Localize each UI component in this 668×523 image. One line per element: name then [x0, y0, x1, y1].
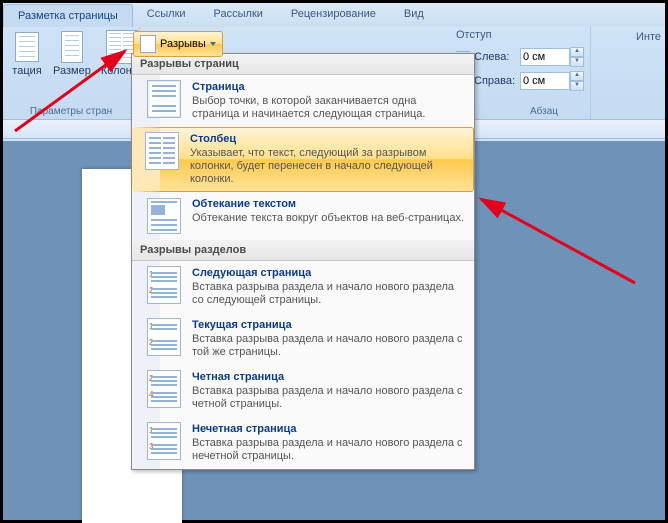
indent-title: Отступ	[456, 29, 584, 41]
menu-item-odd-page[interactable]: 13 Нечетная страница Вставка разрыва раз…	[132, 417, 474, 469]
next-page-icon: 12	[146, 267, 182, 303]
menu-item-desc: Вставка разрыва раздела и начало нового …	[192, 333, 466, 359]
menu-item-desc: Вставка разрыва раздела и начало нового …	[192, 385, 466, 411]
spin-down[interactable]: ▼	[570, 81, 584, 91]
indent-right-input[interactable]	[520, 72, 570, 90]
spin-up[interactable]: ▲	[570, 71, 584, 81]
paragraph-group-label: Абзац	[456, 104, 584, 119]
orientation-icon	[11, 31, 43, 63]
menu-item-title: Следующая страница	[192, 267, 466, 279]
breaks-dropdown: Разрывы страниц Страница Выбор точки, в …	[131, 53, 475, 470]
odd-page-icon: 13	[146, 423, 182, 459]
menu-item-even-page[interactable]: 24 Четная страница Вставка разрыва разде…	[132, 365, 474, 417]
chevron-down-icon	[210, 42, 216, 46]
indent-right-label: Справа:	[474, 75, 516, 87]
menu-item-title: Обтекание текстом	[192, 198, 466, 210]
spin-down[interactable]: ▼	[570, 57, 584, 67]
breaks-button[interactable]: Разрывы	[133, 31, 223, 57]
indent-left-input[interactable]	[520, 48, 570, 66]
orientation-button[interactable]: тация	[7, 29, 47, 79]
size-button[interactable]: Размер	[49, 29, 95, 79]
page-break-icon	[146, 81, 182, 117]
menu-item-page[interactable]: Страница Выбор точки, в которой заканчив…	[132, 75, 474, 127]
tab-view[interactable]: Вид	[390, 3, 438, 27]
menu-item-title: Столбец	[190, 133, 466, 145]
menu-item-text-wrapping[interactable]: Обтекание текстом Обтекание текста вокру…	[132, 192, 474, 240]
breaks-icon	[140, 35, 156, 53]
menu-item-desc: Обтекание текста вокруг объектов на веб-…	[192, 212, 466, 225]
menu-item-desc: Вставка разрыва раздела и начало нового …	[192, 437, 466, 463]
spin-up[interactable]: ▲	[570, 47, 584, 57]
menu-item-desc: Вставка разрыва раздела и начало нового …	[192, 281, 466, 307]
even-page-icon: 24	[146, 371, 182, 407]
tab-mailings[interactable]: Рассылки	[200, 3, 277, 27]
size-icon	[56, 31, 88, 63]
menu-header-page-breaks: Разрывы страниц	[132, 54, 474, 75]
menu-item-title: Страница	[192, 81, 466, 93]
indent-right-spinner[interactable]: ▲▼	[520, 71, 584, 91]
tab-page-layout[interactable]: Разметка страницы	[3, 4, 133, 27]
continuous-icon: 12	[146, 319, 182, 355]
orientation-label: тация	[12, 65, 41, 77]
menu-item-title: Нечетная страница	[192, 423, 466, 435]
menu-item-desc: Указывает, что текст, следующий за разры…	[190, 147, 466, 186]
menu-item-desc: Выбор точки, в которой заканчивается одн…	[192, 95, 466, 121]
tab-review[interactable]: Рецензирование	[277, 3, 390, 27]
menu-item-title: Текущая страница	[192, 319, 466, 331]
text-wrapping-icon	[146, 198, 182, 234]
app-window: Разметка страницы Ссылки Рассылки Реценз…	[0, 0, 668, 523]
menu-header-section-breaks: Разрывы разделов	[132, 240, 474, 261]
menu-item-column[interactable]: Столбец Указывает, что текст, следующий …	[132, 127, 474, 192]
menu-item-title: Четная страница	[192, 371, 466, 383]
column-break-icon	[144, 133, 180, 169]
menu-item-next-page[interactable]: 12 Следующая страница Вставка разрыва ра…	[132, 261, 474, 313]
spacing-title: Инте	[636, 31, 661, 43]
breaks-label: Разрывы	[160, 38, 206, 50]
ribbon-tabs: Разметка страницы Ссылки Рассылки Реценз…	[3, 3, 665, 27]
tab-references[interactable]: Ссылки	[133, 3, 200, 27]
indent-left-label: Слева:	[474, 51, 516, 63]
page-setup-group-label: Параметры стран	[7, 104, 135, 119]
size-label: Размер	[53, 65, 91, 77]
menu-item-continuous[interactable]: 12 Текущая страница Вставка разрыва разд…	[132, 313, 474, 365]
indent-left-spinner[interactable]: ▲▼	[520, 47, 584, 67]
